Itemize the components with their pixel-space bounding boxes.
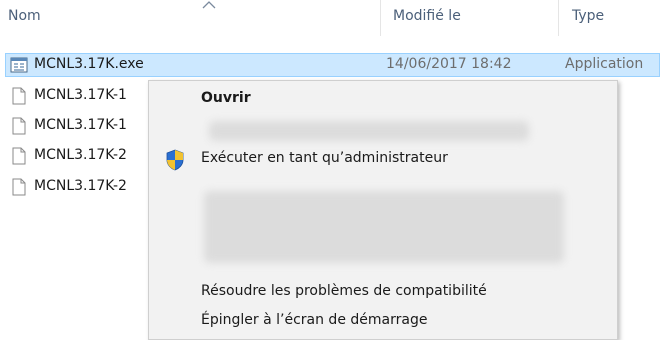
- menu-item-open[interactable]: Ouvrir: [149, 84, 617, 114]
- sort-ascending-icon: [202, 1, 216, 9]
- menu-item-troubleshoot-label: Résoudre les problèmes de compatibilité: [201, 283, 487, 299]
- file-name: MCNL3.17K-2: [34, 147, 127, 163]
- menu-item-pin-start-label: Épingler à l’écran de démarrage: [201, 312, 428, 328]
- column-header: Nom Modifié le Type: [0, 0, 660, 36]
- file-name: MCNL3.17K-1: [34, 87, 127, 103]
- file-icon: [12, 178, 26, 196]
- blurred-menu-item: [209, 121, 529, 141]
- file-icon: [12, 117, 26, 135]
- column-name-header[interactable]: Nom: [8, 8, 41, 24]
- file-name: MCNL3.17K.exe: [34, 56, 144, 72]
- file-name: MCNL3.17K-1: [34, 117, 127, 133]
- file-icon: [12, 147, 26, 165]
- file-date: 14/06/2017 18:42: [386, 56, 512, 72]
- file-name: MCNL3.17K-2: [34, 178, 127, 194]
- menu-item-open-label: Ouvrir: [201, 90, 251, 106]
- context-menu: Ouvrir Exécuter en tant qu’administrateu…: [148, 80, 618, 340]
- column-modified-header[interactable]: Modifié le: [393, 8, 461, 24]
- blurred-menu-items: [204, 191, 564, 263]
- column-type-header[interactable]: Type: [572, 8, 604, 24]
- column-separator[interactable]: [380, 0, 381, 36]
- exe-icon: [10, 57, 28, 73]
- menu-item-run-as-admin[interactable]: Exécuter en tant qu’administrateur: [149, 144, 617, 174]
- menu-item-run-as-admin-label: Exécuter en tant qu’administrateur: [201, 150, 448, 166]
- file-row[interactable]: MCNL3.17K.exe 14/06/2017 18:42 Applicati…: [0, 53, 660, 77]
- uac-shield-icon: [166, 149, 184, 171]
- file-icon: [12, 87, 26, 105]
- file-type: Application: [565, 56, 644, 72]
- column-separator[interactable]: [558, 0, 559, 36]
- menu-item-troubleshoot[interactable]: Résoudre les problèmes de compatibilité: [149, 277, 617, 307]
